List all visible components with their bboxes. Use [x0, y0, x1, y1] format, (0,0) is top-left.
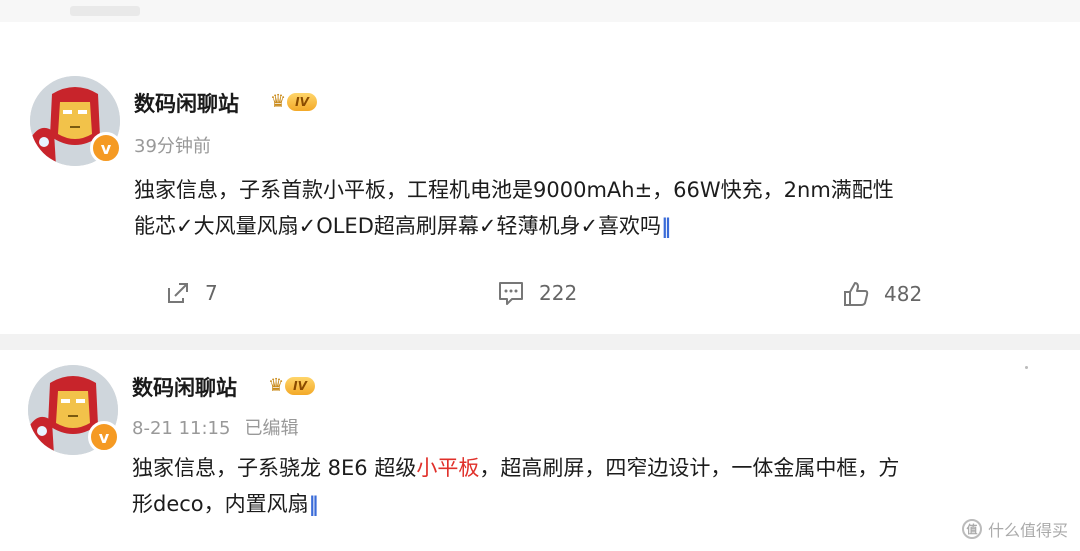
username[interactable]: 数码闲聊站 — [132, 372, 237, 402]
post-content: 独家信息，子系首款小平板，工程机电池是9000mAh±，66W快充，2nm满配性… — [134, 172, 1044, 244]
post-meta: 39分钟前 — [134, 132, 211, 158]
avatar[interactable]: v — [28, 365, 120, 455]
post-divider — [0, 334, 1080, 350]
watermark-text: 什么值得买 — [987, 521, 1068, 540]
verified-badge-icon: v — [90, 132, 122, 164]
timestamp: 39分钟前 — [134, 136, 211, 157]
top-strip — [0, 0, 1080, 22]
level-label: IV — [287, 93, 317, 111]
username[interactable]: 数码闲聊站 — [134, 88, 239, 118]
post-meta: 8-21 11:15 已编辑 — [132, 414, 298, 440]
crown-icon: ♛ — [270, 91, 287, 112]
timestamp: 8-21 11:15 — [132, 418, 231, 439]
highlighted-keyword[interactable]: 小平板 — [416, 456, 479, 480]
more-icon[interactable] — [1025, 366, 1028, 369]
content-text: 独家信息，子系骁龙 8E6 超级 — [132, 456, 417, 480]
thumbs-up-icon — [844, 282, 869, 306]
level-badge: ♛ IV — [270, 91, 317, 113]
action-bar: 7 222 482 — [0, 280, 1080, 316]
post-card: v 数码闲聊站 ♛ IV 8-21 11:15 已编辑 独家信息，子系骁龙 8E6… — [0, 350, 1080, 551]
content-text: ，超高刷屏，四窄边设计，一体金属中框，方 — [479, 456, 900, 480]
crown-icon: ♛ — [268, 375, 285, 396]
pray-icon: ‖ — [661, 214, 671, 238]
like-count: 482 — [884, 282, 923, 306]
content-line: 独家信息，子系首款小平板，工程机电池是9000mAh±，66W快充，2nm满配性 — [134, 178, 894, 202]
comment-button[interactable]: 222 — [497, 280, 577, 306]
content-line: 形deco，内置风扇 — [132, 492, 309, 516]
smzdm-logo-icon: 值 — [961, 519, 982, 539]
faded-text — [70, 6, 140, 16]
like-button[interactable]: 482 — [842, 280, 922, 308]
comment-icon — [499, 282, 523, 305]
avatar[interactable]: v — [30, 76, 122, 166]
verified-badge-icon: v — [88, 421, 120, 453]
level-label: IV — [285, 377, 315, 395]
repost-count: 7 — [205, 281, 218, 305]
repost-button[interactable]: 7 — [165, 280, 218, 306]
level-badge: ♛ IV — [268, 375, 315, 397]
post-content: 独家信息，子系骁龙 8E6 超级小平板，超高刷屏，四窄边设计，一体金属中框，方 … — [132, 450, 1042, 522]
comment-count: 222 — [539, 281, 578, 305]
watermark: 值 什么值得买 — [961, 517, 1068, 541]
content-line: 能芯✓大风量风扇✓OLED超高刷屏幕✓轻薄机身✓喜欢吗 — [134, 214, 662, 238]
post-card: v 数码闲聊站 ♛ IV 39分钟前 独家信息，子系首款小平板，工程机电池是90… — [0, 58, 1080, 334]
pray-icon: ‖ — [308, 492, 319, 516]
edited-label[interactable]: 已编辑 — [244, 418, 298, 439]
share-icon — [168, 283, 188, 303]
